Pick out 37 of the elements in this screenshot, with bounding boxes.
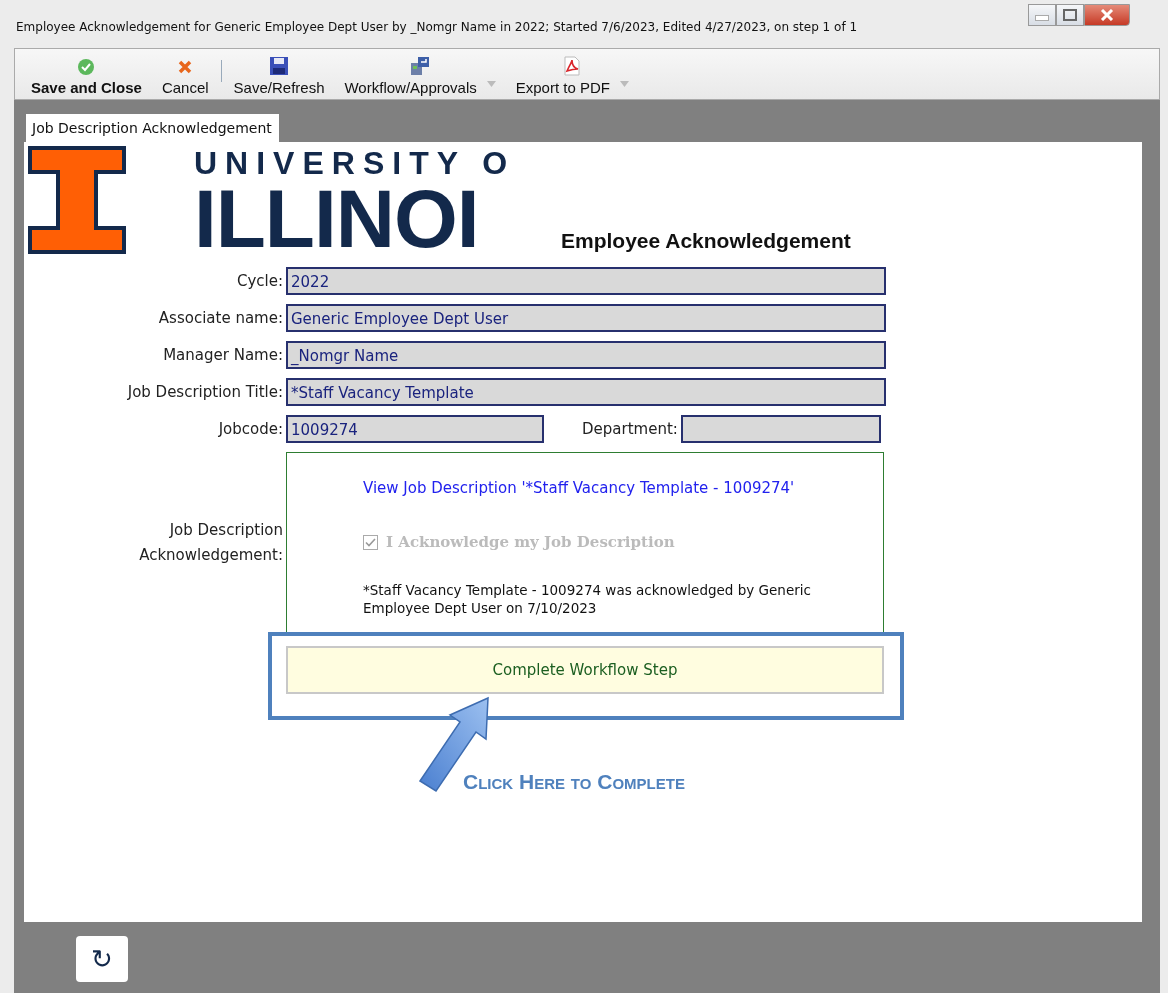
form-heading: Employee Acknowledgement (561, 228, 851, 254)
field-label: Cycle: (235, 272, 284, 290)
input-field[interactable] (680, 415, 881, 443)
input-field[interactable]: Generic Employee Dept User (286, 304, 886, 332)
field-label: Manager Name: (162, 346, 284, 364)
minimize-button[interactable] (1028, 4, 1056, 26)
field-label: Department: (582, 420, 679, 438)
job-description-link[interactable]: View Job Description '*Staff Vacancy Template - 1009274' (363, 479, 883, 497)
toolbar-button[interactable]: Workflow/Approvals (336, 56, 504, 96)
field-label: Jobcode: (217, 420, 284, 438)
toolbar-button[interactable]: Save/Refresh (225, 56, 333, 96)
toolbar-button[interactable]: Cancel (153, 58, 217, 96)
block-i-logo-icon (28, 146, 126, 254)
field-label: Job Description Acknowledgement: (138, 520, 284, 566)
refresh-button[interactable]: ↻ (76, 936, 128, 982)
input-field[interactable]: _Nomgr Name (286, 341, 886, 369)
input-field[interactable]: 2022 (286, 267, 886, 295)
close-icon (1099, 9, 1115, 21)
callout-text: Click Here to Complete (463, 770, 685, 794)
logo-text: UNIVERSITY O (194, 144, 516, 182)
window-title: Employee Acknowledgement for Generic Employee Dept User by _Nomgr Name in 2022; Started 7/6/2023, Edited 4/27/2023, on step 1 of 1 (16, 20, 858, 34)
maximize-button[interactable] (1056, 4, 1084, 26)
input-field[interactable]: *Staff Vacancy Template (286, 378, 886, 406)
field-label: Associate name: (157, 309, 284, 327)
tab[interactable]: Job Description Acknowledgement (26, 114, 279, 142)
toolbar-button[interactable]: Export to PDF (507, 56, 637, 96)
toolbar-button[interactable]: Save and Close (23, 58, 150, 96)
close-button[interactable] (1084, 4, 1130, 26)
logo-text: ILLINOI (194, 182, 480, 255)
check-circle-icon (77, 58, 96, 76)
complete-workflow-button[interactable]: Complete Workflow Step (286, 646, 884, 694)
acknowledgement-note: *Staff Vacancy Template - 1009274 was acknowledged by Generic Employee Dept User on 7/10/2023 (363, 581, 812, 617)
input-field[interactable]: 1009274 (286, 415, 544, 443)
checkbox-label: I Acknowledge my Job Description (386, 533, 675, 551)
workflow-icon (410, 56, 431, 76)
pdf-icon (562, 56, 583, 76)
field-label: Job Description Title: (126, 383, 284, 401)
